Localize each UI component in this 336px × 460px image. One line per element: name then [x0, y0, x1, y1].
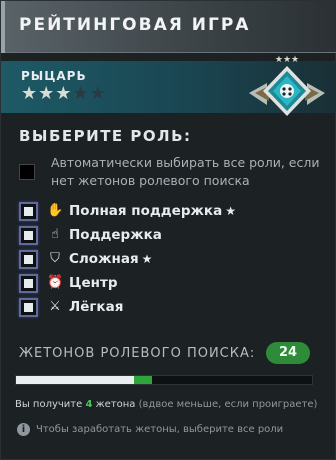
badge-stars: ★★★	[275, 55, 299, 65]
role-label: Полная поддержка	[69, 203, 223, 219]
role-label: Сложная	[69, 251, 139, 267]
rank-star-filled-icon: ★	[55, 83, 73, 104]
ranked-game-panel: РЕЙТИНГОВАЯ ИГРА РЫЦАРЬ ★★★★★ ★★★ ВЫБЕРИ…	[0, 0, 336, 460]
role-label: Поддержка	[69, 227, 162, 243]
header-accent	[1, 1, 5, 53]
role-checkbox[interactable]	[19, 202, 38, 221]
rank-name: РЫЦАРЬ	[21, 69, 87, 83]
hands-icon: ✋	[47, 203, 64, 218]
shield-icon: ⛉	[50, 251, 60, 266]
role-label: Центр	[69, 275, 118, 291]
role-star-icon: ★	[225, 204, 236, 218]
role-star-icon: ★	[141, 252, 153, 266]
role-row-mid[interactable]: ⏰ Центр	[19, 273, 319, 295]
role-checkbox[interactable]	[19, 274, 38, 293]
rank-stars: ★★★★★	[21, 85, 107, 103]
token-count-badge: 24	[266, 342, 310, 364]
token-progress-bar	[15, 375, 313, 385]
role-row-hard-support[interactable]: ✋ Полная поддержка ★	[19, 201, 319, 223]
hand-icon: ☝	[51, 227, 59, 242]
info-icon: i	[17, 423, 30, 436]
sword-icon: ⚔	[49, 299, 61, 314]
role-checkbox[interactable]	[19, 226, 38, 245]
rank-star-filled-icon: ★	[21, 83, 39, 104]
rank-star-empty-icon: ★	[89, 83, 107, 104]
role-row-offlane[interactable]: ⛉ Сложная ★	[19, 249, 319, 271]
clock-icon: ⏰	[47, 275, 64, 290]
auto-select-checkbox[interactable]	[19, 164, 35, 180]
role-label: Лёгкая	[69, 299, 124, 315]
rank-star-empty-icon: ★	[72, 83, 90, 104]
token-progress-fill	[16, 376, 134, 384]
role-checkbox[interactable]	[19, 298, 38, 317]
header-bar: РЕЙТИНГОВАЯ ИГРА	[1, 1, 336, 53]
token-progress-gain	[134, 376, 152, 384]
role-row-support[interactable]: ☝ Поддержка	[19, 225, 319, 247]
rank-star-filled-icon: ★	[38, 83, 56, 104]
token-gain-text: Вы получите 4 жетона (вдвое меньше, если…	[15, 399, 318, 410]
token-gain-note: (вдвое меньше, если проиграете)	[138, 399, 318, 410]
role-row-safe[interactable]: ⚔ Лёгкая	[19, 297, 319, 319]
page-title: РЕЙТИНГОВАЯ ИГРА	[19, 15, 251, 35]
role-heading: ВЫБЕРИТЕ РОЛЬ:	[19, 127, 192, 145]
role-checkbox[interactable]	[19, 250, 38, 269]
token-gain-number: 4	[85, 399, 93, 410]
info-text: Чтобы заработать жетоны, выберите все ро…	[36, 424, 284, 435]
token-count-label: ЖЕТОНОВ РОЛЕВОГО ПОИСКА:	[19, 346, 256, 361]
auto-select-label: Автоматически выбирать все роли, если не…	[51, 155, 320, 188]
rank-medal-icon: ★★★	[249, 55, 325, 116]
